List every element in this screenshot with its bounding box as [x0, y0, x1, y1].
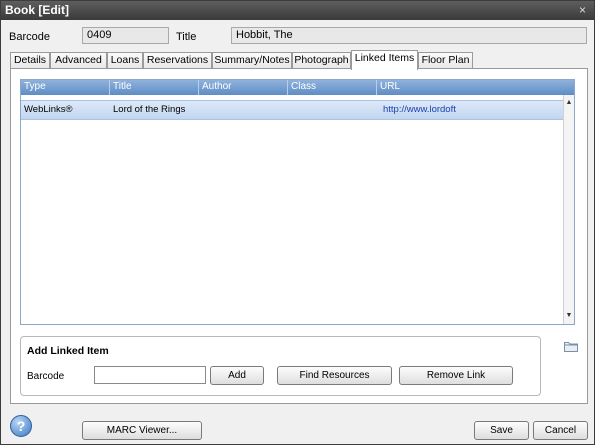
close-icon[interactable]: ×: [579, 3, 586, 17]
cancel-button[interactable]: Cancel: [533, 421, 588, 440]
cell-url-link[interactable]: http://www.lordoft: [380, 101, 560, 119]
scroll-down-icon[interactable]: ▼: [564, 311, 574, 321]
barcode-field[interactable]: 0409: [82, 27, 169, 44]
tab-summary-notes[interactable]: Summary/Notes: [212, 52, 292, 69]
column-header-title[interactable]: Title: [110, 80, 199, 95]
book-edit-dialog: Book [Edit] × Barcode 0409 Title Hobbit,…: [0, 0, 595, 445]
column-header-url[interactable]: URL: [377, 80, 574, 95]
cell-title: Lord of the Rings: [113, 104, 186, 115]
tab-details[interactable]: Details: [10, 52, 50, 69]
tab-floor-plan[interactable]: Floor Plan: [418, 52, 473, 69]
title-bar: Book [Edit] ×: [1, 1, 594, 20]
tab-linked-items[interactable]: Linked Items: [351, 50, 418, 70]
save-button[interactable]: Save: [474, 421, 529, 440]
linked-items-grid: Type Title Author Class URL WebLinks® Lo…: [20, 79, 575, 325]
find-resources-button[interactable]: Find Resources: [277, 366, 392, 385]
remove-link-button[interactable]: Remove Link: [399, 366, 513, 385]
grid-header: Type Title Author Class URL: [21, 80, 574, 95]
title-label: Title: [176, 31, 197, 43]
folder-icon[interactable]: [564, 341, 578, 352]
add-linked-item-group: Add Linked Item Barcode Add Find Resourc…: [20, 336, 541, 396]
title-field[interactable]: Hobbit, The: [231, 27, 587, 44]
tab-advanced[interactable]: Advanced: [50, 52, 107, 69]
tab-photograph[interactable]: Photograph: [292, 52, 351, 69]
cell-author: [199, 101, 288, 119]
cell-class: [288, 101, 377, 119]
tab-reservations[interactable]: Reservations: [143, 52, 212, 69]
barcode-label: Barcode: [9, 31, 50, 43]
column-header-class[interactable]: Class: [288, 80, 377, 95]
linked-items-panel: Type Title Author Class URL WebLinks® Lo…: [10, 68, 588, 404]
tab-loans[interactable]: Loans: [107, 52, 143, 69]
window-title: Book [Edit]: [5, 3, 69, 17]
table-row[interactable]: WebLinks® Lord of the Rings http://www.l…: [21, 100, 564, 120]
add-linked-item-heading: Add Linked Item: [27, 345, 109, 357]
column-header-author[interactable]: Author: [199, 80, 288, 95]
scroll-up-icon[interactable]: ▲: [564, 98, 574, 108]
cell-type: WebLinks®: [24, 104, 73, 115]
marc-viewer-button[interactable]: MARC Viewer...: [82, 421, 202, 440]
add-button[interactable]: Add: [210, 366, 264, 385]
add-barcode-label: Barcode: [27, 371, 65, 382]
vertical-scrollbar[interactable]: ▲ ▼: [563, 95, 574, 324]
help-icon[interactable]: ?: [10, 415, 32, 437]
add-barcode-input[interactable]: [94, 366, 206, 384]
column-header-type[interactable]: Type: [21, 80, 110, 95]
